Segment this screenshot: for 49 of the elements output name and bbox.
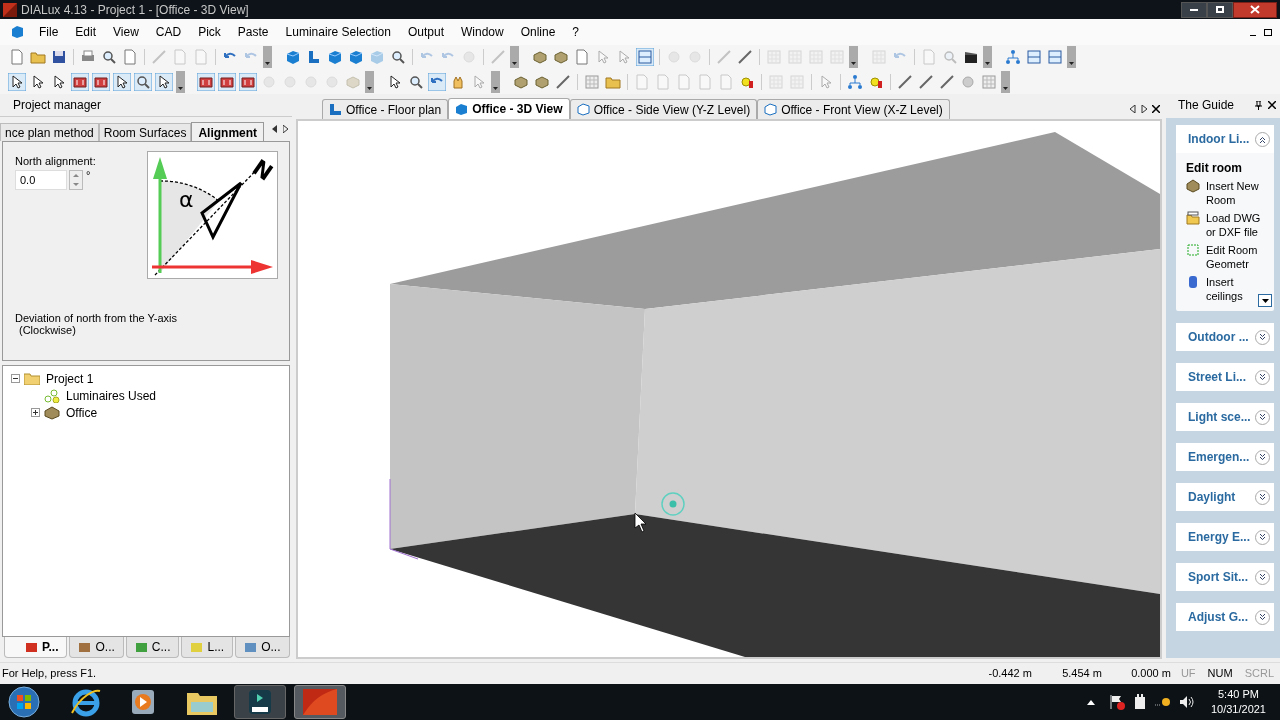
number-input[interactable]: 0.0 bbox=[15, 170, 67, 190]
menu-item[interactable]: Edit bbox=[67, 21, 105, 43]
menu-item[interactable]: Luminaire Selection bbox=[277, 21, 399, 43]
menu-item[interactable]: CAD bbox=[147, 21, 190, 43]
clock-time[interactable]: 5:40 PM bbox=[1218, 687, 1259, 702]
tab[interactable]: Office - Floor plan bbox=[322, 99, 449, 119]
menu-item[interactable]: Paste bbox=[229, 21, 277, 43]
tab[interactable]: P... bbox=[4, 637, 68, 658]
tree-item[interactable]: Luminaires Used bbox=[64, 386, 159, 405]
menu-item[interactable]: Output bbox=[399, 21, 452, 43]
window-title: DIALux 4.13 - Project 1 - [Office - 3D View] bbox=[21, 1, 249, 19]
tab[interactable]: O... bbox=[69, 637, 124, 658]
panel-title: The Guide bbox=[1178, 97, 1235, 114]
guide-link[interactable]: Insert ceilings bbox=[1206, 275, 1262, 303]
menu-item[interactable]: ? bbox=[564, 21, 588, 43]
group-title: Edit room bbox=[1186, 160, 1243, 177]
field-label: North alignment: bbox=[15, 154, 96, 169]
tab[interactable]: O... bbox=[235, 637, 290, 658]
status-indicator: NUM bbox=[1207, 666, 1233, 682]
guide-link[interactable]: Load DWG or DXF file bbox=[1206, 211, 1262, 239]
tab[interactable]: Office - Front View (X-Z Level) bbox=[757, 99, 950, 119]
tab[interactable]: Office - 3D View bbox=[448, 98, 570, 119]
guide-link[interactable]: Insert New Room bbox=[1206, 179, 1262, 207]
tab[interactable]: Alignment bbox=[191, 122, 265, 142]
unit-label: ° bbox=[86, 170, 91, 181]
description-text: Deviation of north from the Y-axis bbox=[15, 311, 178, 326]
coordinate-text: 0.000 m bbox=[1130, 666, 1171, 682]
tab[interactable]: L... bbox=[181, 637, 234, 658]
tab[interactable]: Room Surfaces bbox=[98, 123, 192, 141]
guide-link[interactable]: Edit Room Geometr bbox=[1206, 243, 1262, 271]
menu-item[interactable]: Pick bbox=[190, 21, 229, 43]
status-text: For Help, press F1. bbox=[2, 666, 97, 682]
description-text: (Clockwise) bbox=[19, 323, 76, 338]
tab[interactable]: C... bbox=[125, 637, 180, 658]
panel-title: Project manager bbox=[13, 97, 102, 114]
status-indicator: SCRL bbox=[1244, 666, 1274, 682]
clock-date[interactable]: 10/31/2021 bbox=[1210, 702, 1266, 717]
menu-item[interactable]: Window bbox=[452, 21, 512, 43]
tab[interactable]: Office - Side View (Y-Z Level) bbox=[569, 99, 758, 119]
coordinate-text: 5.454 m bbox=[1061, 666, 1102, 682]
coordinate-text: -0.442 m bbox=[987, 666, 1032, 682]
tab[interactable]: nce plan method bbox=[0, 123, 99, 141]
menu-item[interactable]: File bbox=[31, 21, 67, 43]
menu-item[interactable]: Online bbox=[512, 21, 564, 43]
north-diagram-drawing: α N bbox=[147, 151, 278, 279]
status-indicator: UF bbox=[1180, 666, 1196, 682]
tree-item[interactable]: Office bbox=[64, 403, 100, 422]
tree-item[interactable]: Project 1 bbox=[44, 369, 96, 388]
menu-item[interactable]: View bbox=[105, 21, 147, 43]
